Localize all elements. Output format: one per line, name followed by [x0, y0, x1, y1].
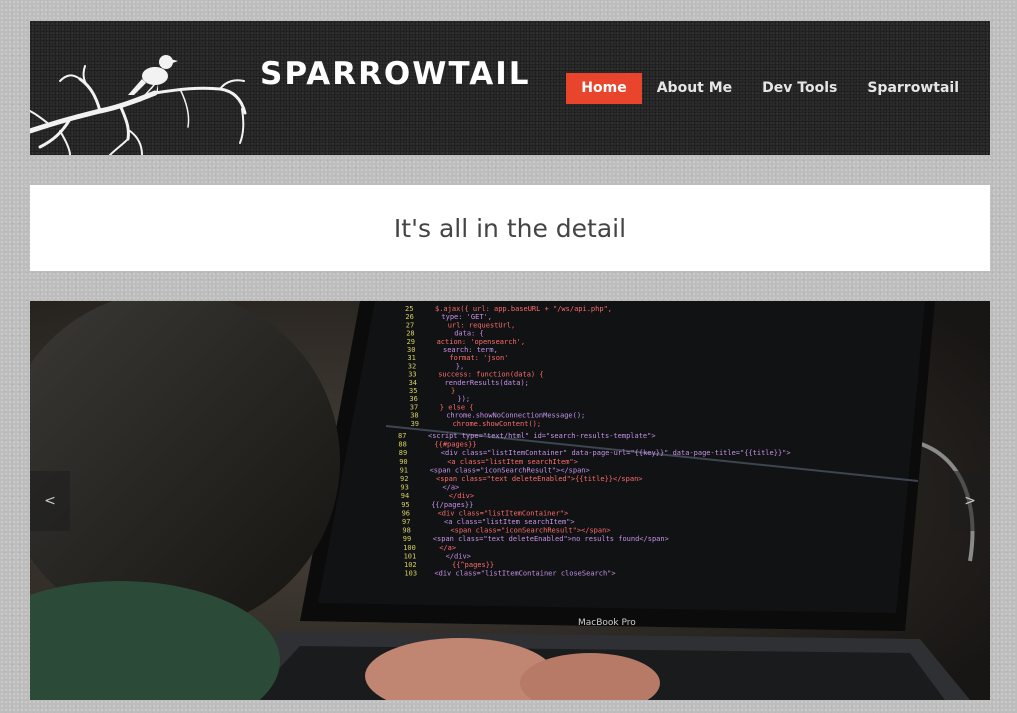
slide-image-laptop-code: MacBook Pro 25 $.ajax({ url: app.baseURL …: [30, 301, 990, 700]
code-line-number: 93: [400, 484, 408, 492]
code-line: </div>: [449, 492, 474, 500]
code-line-number: 39: [411, 420, 419, 428]
code-line-number: 27: [406, 321, 414, 329]
code-line-number: 32: [408, 362, 416, 370]
code-line: <span class="text deleteEnabled">no resu…: [433, 535, 669, 543]
code-line-number: 35: [409, 387, 417, 395]
code-line-number: 89: [399, 449, 407, 457]
code-line-number: 29: [407, 338, 415, 346]
nav-item-about-me[interactable]: About Me: [642, 73, 747, 104]
code-line: format: 'json': [449, 354, 508, 362]
code-line: {{/pages}}: [431, 501, 473, 509]
code-line-number: 99: [403, 535, 411, 543]
code-line-number: 36: [409, 395, 417, 403]
code-line: <span class="iconSearchResult"></span>: [450, 527, 610, 535]
code-line: url: requestUrl,: [448, 321, 515, 329]
code-line-number: 98: [402, 527, 410, 535]
code-line: action: 'opensearch',: [437, 338, 526, 346]
code-line: },: [456, 362, 464, 370]
code-line-number: 34: [409, 379, 417, 387]
code-line-number: 91: [400, 466, 408, 474]
code-line-number: 37: [410, 403, 418, 411]
laptop-brand-label: MacBook Pro: [578, 618, 636, 628]
code-line: <span class="iconSearchResult"></span>: [430, 466, 590, 474]
code-line-number: 33: [408, 371, 416, 379]
code-line-number: 28: [406, 330, 414, 338]
main-nav: Home About Me Dev Tools Sparrowtail: [566, 73, 990, 104]
sparrow-branch-logo-icon[interactable]: [30, 21, 260, 155]
site-header: SPARROWTAIL Home About Me Dev Tools Spar…: [30, 21, 990, 155]
code-line-number: 38: [410, 412, 418, 420]
code-line-number: 94: [401, 492, 409, 500]
code-line: <div class="listItemContainer" data-page…: [441, 449, 791, 457]
code-line: $.ajax({ url: app.baseURL + "/ws/api.php…: [435, 305, 612, 313]
code-line: <a class="listItem searchItem">: [447, 458, 578, 466]
code-line-number: 92: [400, 475, 408, 483]
code-line: {{#pages}}: [434, 441, 476, 449]
code-line: </a>: [442, 484, 459, 492]
code-line: chrome.showNoConnectionMessage();: [446, 412, 585, 420]
code-line-number: 95: [401, 501, 409, 509]
code-line: </a>: [439, 544, 456, 552]
code-line-number: 103: [404, 570, 417, 578]
code-line: <span class="text deleteEnabled">{{title…: [436, 475, 643, 483]
code-line-number: 96: [402, 509, 410, 517]
code-line-number: 30: [407, 346, 415, 354]
code-line: });: [457, 395, 470, 403]
tagline-banner: It's all in the detail: [30, 185, 990, 271]
code-line: <script type="text/html" id="search-resu…: [428, 432, 656, 440]
code-line-number: 101: [404, 552, 417, 560]
nav-item-home[interactable]: Home: [566, 73, 642, 104]
code-line-number: 97: [402, 518, 410, 526]
slider-next-button[interactable]: >: [950, 471, 990, 531]
site-title[interactable]: SPARROWTAIL: [260, 59, 531, 90]
code-line-number: 88: [398, 441, 406, 449]
nav-item-sparrowtail[interactable]: Sparrowtail: [852, 73, 990, 104]
code-line: <div class="listItemContainer closeSearc…: [434, 570, 615, 578]
code-line: </div>: [446, 552, 471, 560]
page-tagline: It's all in the detail: [393, 213, 627, 243]
code-line-number: 25: [405, 305, 413, 313]
code-line-number: 102: [404, 561, 417, 569]
code-line: {{^pages}}: [452, 561, 494, 569]
image-slider: MacBook Pro 25 $.ajax({ url: app.baseURL …: [30, 301, 990, 700]
code-line: search: term,: [443, 346, 498, 354]
code-line: }: [451, 387, 455, 395]
code-line: chrome.showContent();: [453, 420, 542, 428]
code-line: <a class="listItem searchItem">: [444, 518, 575, 526]
code-line-number: 26: [405, 313, 413, 321]
code-line: renderResults(data);: [445, 379, 529, 387]
code-line: type: 'GET',: [441, 313, 492, 321]
code-line-number: 100: [403, 544, 416, 552]
code-line-number: 87: [398, 432, 406, 440]
code-line-number: 31: [407, 354, 415, 362]
slider-prev-button[interactable]: <: [30, 471, 70, 531]
code-line-number: 90: [399, 458, 407, 466]
code-line: data: {: [454, 330, 484, 338]
code-line: <div class="listItemContainer">: [438, 509, 569, 517]
nav-item-dev-tools[interactable]: Dev Tools: [747, 73, 852, 104]
code-line: } else {: [440, 403, 474, 411]
code-line: success: function(data) {: [438, 371, 543, 379]
